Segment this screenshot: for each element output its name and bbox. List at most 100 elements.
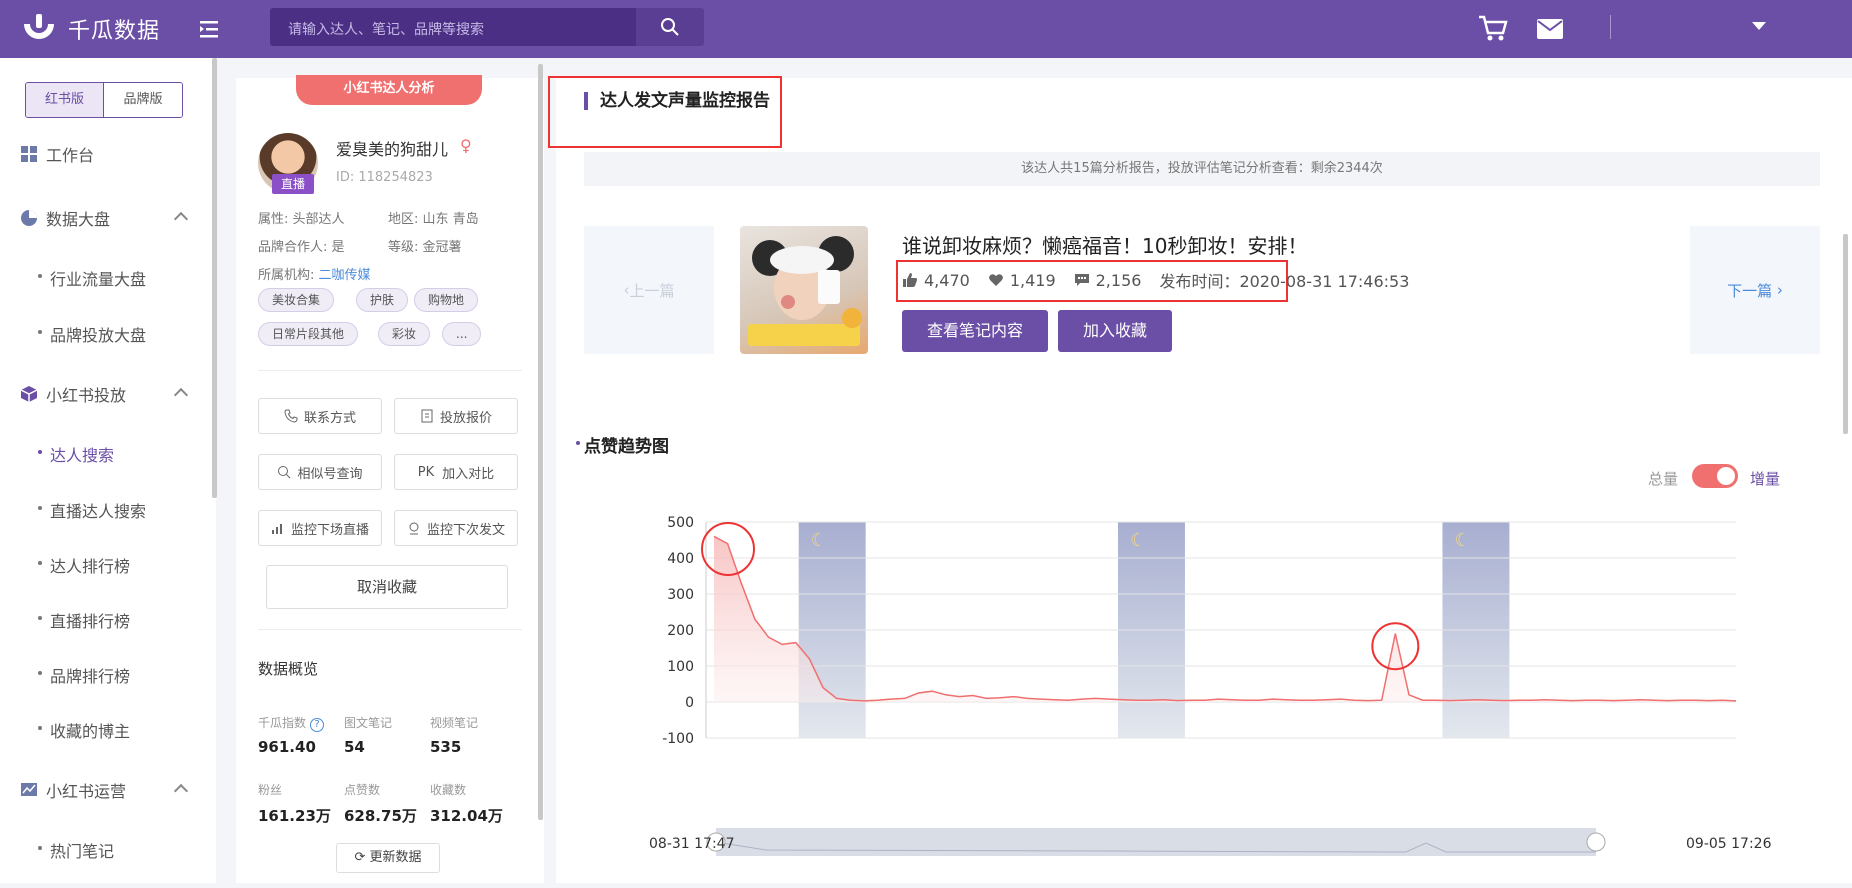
y-tick-label: 200	[667, 623, 694, 639]
attr-region: 地区: 山东 青岛	[388, 212, 479, 227]
menu-toggle-icon[interactable]	[196, 16, 222, 42]
unfavorite-button[interactable]: 取消收藏	[266, 565, 508, 609]
sidebar-item-live-search[interactable]: 直播达人搜索	[37, 498, 146, 522]
sidebar: 红书版 品牌版 工作台 数据大盘 行业流量大盘 品牌投放大盘 小红书投放 达人搜…	[0, 58, 216, 883]
sidebar-item-industry[interactable]: 行业流量大盘	[37, 266, 146, 290]
tab-brand[interactable]: 品牌版	[104, 83, 182, 117]
main-scrollbar[interactable]	[1843, 234, 1848, 434]
app-name: 千瓜数据	[68, 19, 161, 44]
sidebar-item-brand-rank[interactable]: 品牌排行榜	[37, 663, 130, 687]
agency-link[interactable]: 二咖传媒	[319, 268, 371, 283]
heart-icon	[988, 274, 1003, 286]
note-title[interactable]: 谁说卸妆麻烦？懒癌福音！10秒卸妆！安排！	[902, 230, 1307, 259]
chevron-up-icon[interactable]	[173, 387, 189, 403]
divider	[258, 629, 522, 630]
report-panel: 达人发文声量监控报告 该达人共15篇分析报告，投放评估笔记分析查看：剩余2344…	[548, 76, 1852, 883]
stat-value: 961.40	[258, 738, 316, 756]
y-tick-label: 500	[667, 515, 694, 531]
y-tick-label: -100	[662, 731, 694, 747]
sidebar-group-label: 小红书运营	[46, 782, 127, 801]
stat-value: 54	[344, 738, 365, 756]
contact-button[interactable]: 联系方式	[258, 398, 382, 434]
search-input[interactable]: 请输入达人、笔记、品牌等搜索	[270, 8, 636, 46]
female-icon: ♀	[460, 136, 472, 155]
tag-item[interactable]: 购物地	[414, 288, 479, 312]
chart-title: 点赞趋势图	[576, 432, 669, 457]
sidebar-item-influencer-rank[interactable]: 达人排行榜	[37, 553, 130, 577]
sidebar-group-label: 小红书投放	[46, 386, 127, 405]
comments-value: 2,156	[1095, 270, 1142, 290]
sidebar-item-favorites[interactable]: 收藏的博主	[37, 718, 130, 742]
note-thumbnail[interactable]	[740, 226, 868, 354]
moon-icon: ☾	[1130, 530, 1146, 551]
moon-icon: ☾	[1454, 530, 1470, 551]
profile-scrollbar[interactable]	[538, 64, 543, 820]
y-tick-label: 0	[685, 695, 694, 711]
prev-note-button[interactable]: ‹ 上一篇	[584, 226, 714, 354]
range-end-label: 09-05 17:26	[1686, 836, 1772, 852]
sidebar-group-xhs-ops[interactable]: 小红书运营	[20, 778, 126, 802]
chevron-up-icon[interactable]	[173, 783, 189, 799]
help-icon[interactable]: ?	[310, 718, 325, 732]
sidebar-group-xhs-ads[interactable]: 小红书投放	[20, 382, 126, 406]
stat-label: 千瓜指数?	[258, 714, 325, 732]
user-separator	[1610, 15, 1611, 39]
chevron-up-icon[interactable]	[173, 211, 189, 227]
button-label: 加入对比	[442, 466, 495, 482]
sidebar-item-workbench[interactable]: 工作台	[20, 142, 94, 166]
version-toggle: 红书版 品牌版	[25, 82, 183, 118]
mode-toggle[interactable]	[1692, 464, 1738, 488]
signal-icon	[271, 524, 282, 534]
monitor-live-button[interactable]: 监控下场直播	[258, 510, 382, 546]
tab-hongshu[interactable]: 红书版	[26, 83, 104, 117]
logo-icon	[24, 14, 54, 39]
monitor-post-button[interactable]: 监控下次发文	[394, 510, 518, 546]
favs-value: 1,419	[1009, 270, 1056, 290]
divider	[258, 370, 522, 371]
prev-label: 上一篇	[629, 281, 675, 300]
add-compare-button[interactable]: PK 加入对比	[394, 454, 518, 490]
attr-brand-partner: 品牌合作人: 是	[258, 240, 345, 255]
mode-increment-label: 增量	[1750, 470, 1781, 488]
user-menu-caret-icon[interactable]	[1752, 22, 1766, 30]
tag-item[interactable]: 美妆合集	[258, 288, 335, 312]
pin-icon	[409, 522, 419, 535]
y-tick-label: 400	[667, 551, 694, 567]
sidebar-item-hot-notes[interactable]: 热门笔记	[37, 838, 114, 862]
next-note-button[interactable]: 下一篇 ›	[1690, 226, 1820, 354]
mode-total-label: 总量	[1648, 470, 1679, 488]
tag-item[interactable]: 日常片段其他	[258, 322, 359, 346]
thumbs-up-icon	[903, 273, 917, 287]
stat-label: 图文笔记	[344, 716, 393, 730]
tag-item[interactable]: 护肤	[356, 288, 409, 312]
stat-label: 粉丝	[258, 783, 283, 797]
view-note-button[interactable]: 查看笔记内容	[902, 310, 1048, 352]
refresh-button[interactable]: ⟳ 更新数据	[336, 843, 440, 873]
agency-label: 所属机构:	[258, 268, 315, 283]
similar-search-button[interactable]: 相似号查询	[258, 454, 382, 490]
sidebar-item-live-rank[interactable]: 直播排行榜	[37, 608, 130, 632]
sidebar-item-brand-dashboard[interactable]: 品牌投放大盘	[37, 322, 146, 346]
mail-icon[interactable]	[1536, 18, 1564, 40]
phone-icon	[284, 409, 298, 423]
tag-item[interactable]: 彩妆	[378, 322, 431, 346]
stat-value: 628.75万	[344, 807, 417, 825]
report-info: 该达人共15篇分析报告，投放评估笔记分析查看：剩余2344次	[584, 152, 1820, 186]
cart-icon[interactable]	[1478, 14, 1508, 42]
grid-icon	[21, 146, 37, 162]
quote-button[interactable]: 投放报价	[394, 398, 518, 434]
attr-level: 等级: 金冠薯	[388, 240, 462, 255]
sidebar-item-influencer-search[interactable]: 达人搜索	[37, 442, 114, 466]
stat-value: 535	[430, 738, 462, 756]
y-tick-label: 300	[667, 587, 694, 603]
button-label: 监控下次发文	[426, 522, 505, 538]
search-button[interactable]	[636, 8, 704, 46]
tag-more[interactable]: ...	[442, 322, 482, 346]
app-logo[interactable]: 千瓜数据	[20, 10, 160, 48]
top-bar: 千瓜数据 请输入达人、笔记、品牌等搜索	[0, 0, 1852, 58]
sidebar-scrollbar[interactable]	[212, 58, 217, 498]
button-label: 相似号查询	[297, 466, 363, 482]
likes-trend-chart[interactable]: ☾ ☾ ☾ 500 400 300 200 100 0 -100	[636, 498, 1776, 888]
sidebar-group-dashboard[interactable]: 数据大盘	[20, 206, 110, 230]
add-favorite-button[interactable]: 加入收藏	[1058, 310, 1172, 352]
